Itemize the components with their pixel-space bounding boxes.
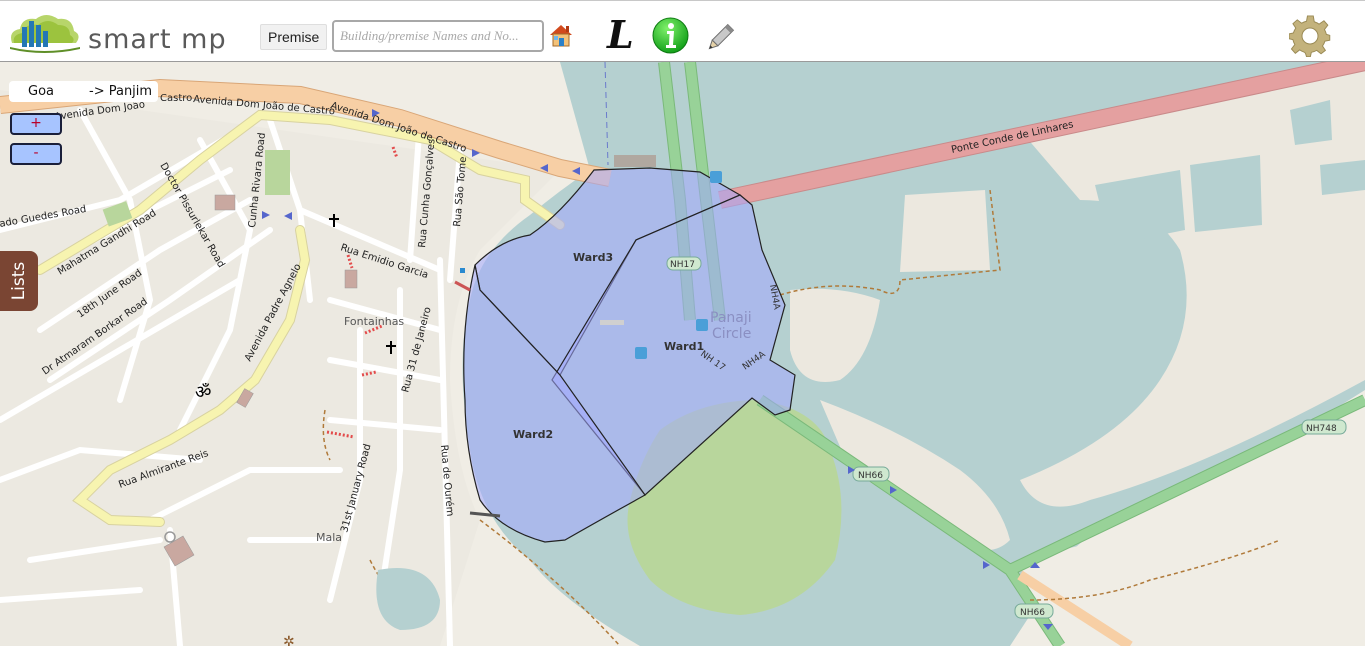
l-icon[interactable]: L [607, 13, 639, 57]
map-canvas[interactable]: ॐ Avenida Dom João Castro Avenida Dom Jo… [0, 62, 1365, 646]
svg-text:Castro: Castro [160, 93, 192, 104]
map-svg: ॐ Avenida Dom João Castro Avenida Dom Jo… [0, 62, 1365, 646]
svg-text:Ward1: Ward1 [664, 340, 704, 353]
app-header: smart mp Premise L [0, 0, 1365, 62]
svg-text:NH66: NH66 [1020, 608, 1045, 618]
search-input[interactable] [332, 20, 544, 52]
svg-text:Mala: Mala [316, 531, 342, 544]
logo-icon [10, 15, 80, 53]
zoom-out-button[interactable]: - [10, 143, 62, 165]
info-icon[interactable] [652, 17, 689, 54]
svg-text:Ward2: Ward2 [513, 428, 553, 441]
svg-text:NH748: NH748 [1306, 424, 1337, 434]
svg-text:Panaji: Panaji [710, 310, 752, 326]
logo-text: smart mp [88, 24, 227, 55]
svg-text:ॐ: ॐ [195, 382, 211, 403]
logo[interactable]: smart mp [6, 9, 236, 55]
svg-text:Ward3: Ward3 [573, 251, 613, 264]
svg-text:Fontainhas: Fontainhas [344, 315, 404, 328]
lists-tab[interactable]: Lists [0, 251, 38, 311]
breadcrumb: Goa -> Panjim [9, 81, 158, 102]
svg-text:NH17: NH17 [670, 260, 695, 270]
zoom-in-button[interactable]: + [10, 113, 62, 135]
svg-text:NH66: NH66 [858, 471, 883, 481]
breadcrumb-item-goa[interactable]: Goa [28, 81, 54, 102]
breadcrumb-item-panjim[interactable]: -> Panjim [89, 81, 152, 102]
home-icon[interactable] [548, 22, 574, 48]
svg-text:Circle: Circle [712, 326, 751, 342]
lists-tab-label: Lists [9, 261, 29, 301]
pencil-icon[interactable] [703, 21, 737, 55]
premise-button[interactable]: Premise [260, 24, 328, 50]
svg-text:✲: ✲ [283, 634, 295, 646]
gear-icon[interactable] [1289, 15, 1331, 57]
